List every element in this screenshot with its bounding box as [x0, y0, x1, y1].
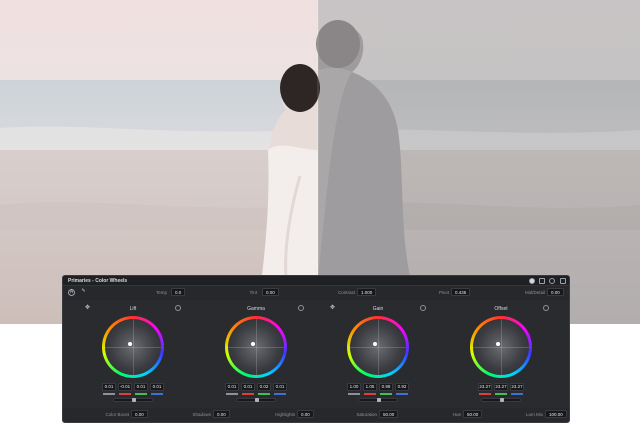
- wheel-name: Gain: [372, 306, 384, 312]
- lum-mix-label: Lum Mix: [525, 412, 543, 417]
- gamma-y[interactable]: 0.01: [225, 383, 239, 391]
- gamma-handle[interactable]: [251, 342, 255, 346]
- gain-y[interactable]: 1.00: [347, 383, 361, 391]
- hue-label: Hue: [452, 412, 461, 417]
- wheel-lift: ✥ Lift 0.01 -0.01 0.01 0.01: [77, 300, 189, 408]
- wheel-gain: ✥ Gain 1.00 1.05 0.98 0.92: [322, 300, 434, 408]
- bars-mode-icon[interactable]: [539, 278, 545, 284]
- contrast-label: Contrast: [337, 290, 355, 295]
- lift-y[interactable]: 0.01: [102, 383, 116, 391]
- lum-mix-value[interactable]: 100.00: [545, 410, 567, 418]
- gamma-b[interactable]: 0.01: [273, 383, 287, 391]
- log-mode-icon[interactable]: [549, 278, 555, 284]
- color-boost-label: Color Boost: [105, 412, 129, 417]
- reset-icon[interactable]: [543, 305, 549, 311]
- channel-markers: [322, 393, 434, 395]
- menu-icon[interactable]: [560, 278, 566, 284]
- lift-wheel[interactable]: [102, 316, 164, 378]
- offset-master-slider[interactable]: [481, 398, 521, 402]
- panel-titlebar: Primaries - Color Wheels: [63, 276, 569, 286]
- gamma-wheel[interactable]: [225, 316, 287, 378]
- saturation-value[interactable]: 50.00: [379, 410, 399, 418]
- channel-markers: [77, 393, 189, 395]
- bottom-parameter-row: Color Boost 0.00 Shadows 0.00 Highlights…: [63, 410, 569, 422]
- temp-value[interactable]: 0.0: [171, 288, 186, 296]
- shadows-value[interactable]: 0.00: [213, 410, 230, 418]
- color-boost-value[interactable]: 0.00: [131, 410, 148, 418]
- wheel-gamma: Gamma 0.01 0.01 0.02 0.01: [200, 300, 312, 408]
- offset-wheel[interactable]: [470, 316, 532, 378]
- auto-balance-icon[interactable]: A: [68, 289, 75, 296]
- offset-g[interactable]: 23.27: [494, 383, 508, 391]
- gain-handle[interactable]: [373, 342, 377, 346]
- tint-value[interactable]: 0.00: [262, 288, 279, 296]
- lift-handle[interactable]: [128, 342, 132, 346]
- highlights-value[interactable]: 0.00: [297, 410, 314, 418]
- lift-master-slider[interactable]: [113, 398, 153, 402]
- lift-r[interactable]: -0.01: [118, 383, 132, 391]
- reset-icon[interactable]: [298, 305, 304, 311]
- pivot-value[interactable]: 0.435: [451, 288, 471, 296]
- wheel-offset: Offset 23.27 23.27 23.27: [445, 300, 557, 408]
- highlights-label: Highlights: [275, 412, 295, 417]
- wheel-name: Offset: [494, 306, 508, 312]
- wheel-mode-icon[interactable]: [529, 278, 535, 284]
- gamma-r[interactable]: 0.01: [241, 383, 255, 391]
- channel-markers: [445, 393, 557, 395]
- gain-master-slider[interactable]: [358, 398, 398, 402]
- picker-icon[interactable]: ✎: [80, 289, 87, 296]
- gain-b[interactable]: 0.92: [395, 383, 409, 391]
- gain-r[interactable]: 1.05: [363, 383, 377, 391]
- gain-g[interactable]: 0.98: [379, 383, 393, 391]
- channel-markers: [200, 393, 312, 395]
- middetail-label: Mid/Detail: [524, 290, 545, 295]
- panel-title: Primaries - Color Wheels: [68, 278, 128, 284]
- gamma-g[interactable]: 0.02: [257, 383, 271, 391]
- shadows-label: Shadows: [192, 412, 211, 417]
- wheel-name: Lift: [129, 306, 137, 312]
- offset-r[interactable]: 23.27: [478, 383, 492, 391]
- hue-value[interactable]: 50.00: [463, 410, 483, 418]
- lift-g[interactable]: 0.01: [134, 383, 148, 391]
- offset-b[interactable]: 23.27: [510, 383, 524, 391]
- temp-label: Temp: [155, 290, 167, 295]
- gain-wheel[interactable]: [347, 316, 409, 378]
- reset-icon[interactable]: [175, 305, 181, 311]
- contrast-value[interactable]: 1.000: [357, 288, 377, 296]
- offset-handle[interactable]: [496, 342, 500, 346]
- saturation-label: Saturation: [356, 412, 377, 417]
- wheels-area: ✥ Lift 0.01 -0.01 0.01 0.01 Gamma 0.01 0.01 0…: [63, 300, 569, 408]
- color-wheels-panel: Primaries - Color Wheels A ✎ Temp 0.0 Ti…: [62, 275, 570, 423]
- wheel-name: Gamma: [247, 306, 265, 312]
- gamma-master-slider[interactable]: [236, 398, 276, 402]
- pivot-label: Pivot: [438, 290, 449, 295]
- top-parameter-row: A ✎ Temp 0.0 Tint 0.00 Contrast 1.000 Pi…: [63, 288, 569, 298]
- lift-b[interactable]: 0.01: [150, 383, 164, 391]
- middetail-value[interactable]: 0.00: [547, 288, 564, 296]
- tint-label: Tint: [249, 290, 257, 295]
- reset-icon[interactable]: [420, 305, 426, 311]
